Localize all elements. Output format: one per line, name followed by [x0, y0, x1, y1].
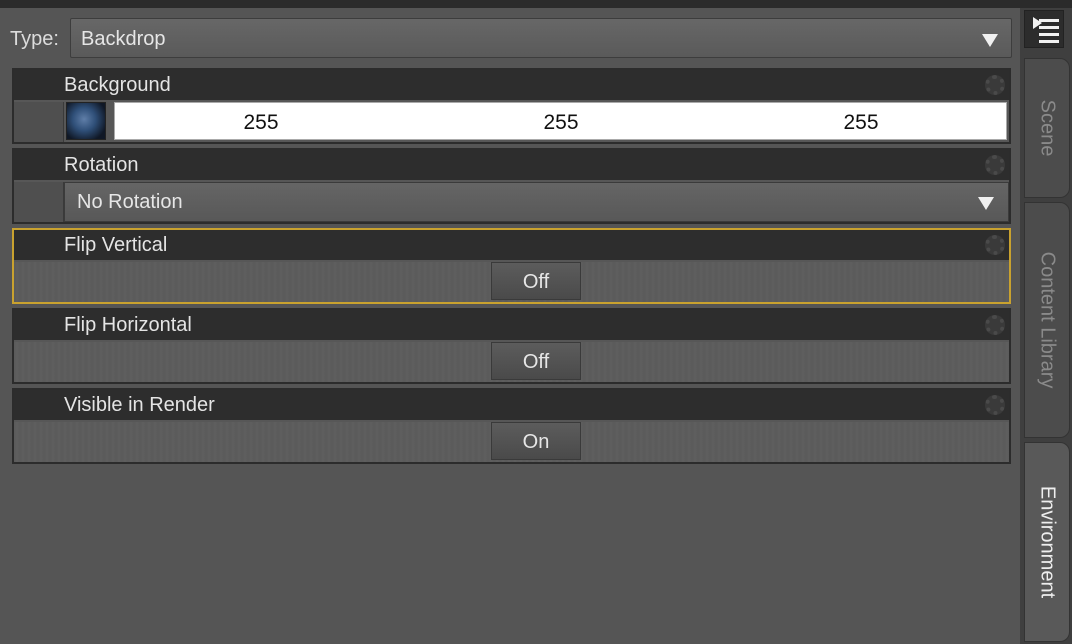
menu-line: [1039, 19, 1059, 22]
visible-in-render-property: Visible in Render On: [12, 388, 1011, 464]
menu-line: [1039, 33, 1059, 36]
flip-vertical-toggle[interactable]: Off: [491, 262, 581, 300]
flip-vertical-title: Flip Vertical: [64, 234, 168, 256]
tab-scene-label: Scene: [1036, 99, 1059, 157]
rotation-title: Rotation: [64, 154, 139, 176]
environment-pane: Type: Backdrop Background 255 255 255 Ro…: [0, 0, 1072, 644]
tab-scene[interactable]: Scene: [1024, 58, 1070, 198]
background-color-field[interactable]: 255 255 255: [114, 102, 1007, 140]
property-stub: [14, 102, 64, 142]
gear-icon[interactable]: [985, 315, 1005, 335]
tab-content-library-label: Content Library: [1036, 251, 1059, 389]
gear-icon[interactable]: [985, 395, 1005, 415]
side-tab-bar: Scene Content Library Environment: [1020, 8, 1072, 644]
rotation-dropdown-value: No Rotation: [77, 191, 183, 213]
flip-vertical-property[interactable]: Flip Vertical Off: [12, 228, 1011, 304]
visible-in-render-toggle[interactable]: On: [491, 422, 581, 460]
rotation-header: Rotation: [14, 150, 1009, 180]
green-value: 255: [543, 111, 579, 134]
menu-line: [1039, 40, 1059, 43]
tab-environment-label: Environment: [1036, 485, 1059, 599]
type-dropdown[interactable]: Backdrop: [70, 18, 1012, 58]
rotation-property: Rotation No Rotation: [12, 148, 1011, 224]
flip-horizontal-property: Flip Horizontal Off: [12, 308, 1011, 384]
visible-in-render-header: Visible in Render: [14, 390, 1009, 420]
type-dropdown-value: Backdrop: [81, 28, 166, 50]
blue-value: 255: [843, 111, 879, 134]
gear-icon[interactable]: [985, 75, 1005, 95]
gear-icon[interactable]: [985, 155, 1005, 175]
type-row: Type: Backdrop: [0, 18, 1015, 60]
background-property: Background 255 255 255: [12, 68, 1011, 144]
background-header: Background: [14, 70, 1009, 100]
rotation-dropdown[interactable]: No Rotation: [64, 182, 1009, 222]
flip-horizontal-header: Flip Horizontal: [14, 310, 1009, 340]
flip-vertical-header: Flip Vertical: [14, 230, 1009, 260]
background-title: Background: [64, 74, 171, 96]
visible-in-render-title: Visible in Render: [64, 394, 215, 416]
panel-menu-icon[interactable]: [1024, 10, 1064, 48]
background-image-swatch[interactable]: [66, 102, 106, 140]
flip-horizontal-toggle[interactable]: Off: [491, 342, 581, 380]
menu-line: [1039, 26, 1059, 29]
type-label: Type:: [10, 28, 59, 50]
dropdown-arrow-icon: [978, 197, 994, 210]
gear-icon[interactable]: [985, 235, 1005, 255]
red-value: 255: [243, 111, 279, 134]
dropdown-arrow-icon: [982, 34, 998, 47]
tab-environment[interactable]: Environment: [1024, 442, 1070, 642]
property-stub: [14, 182, 64, 222]
flip-horizontal-title: Flip Horizontal: [64, 314, 192, 336]
tab-content-library[interactable]: Content Library: [1024, 202, 1070, 438]
top-edge: [0, 0, 1072, 8]
